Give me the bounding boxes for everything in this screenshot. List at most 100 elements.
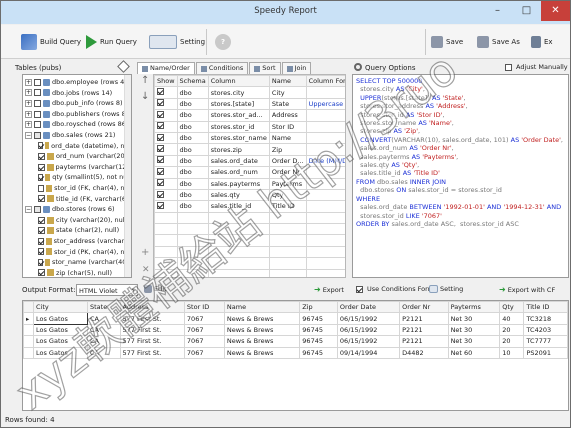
result-cell[interactable]: TC7777 <box>523 335 568 348</box>
show-cell[interactable] <box>154 97 178 111</box>
output-format-select[interactable]: HTML Violet ▾ <box>76 284 138 296</box>
result-cell[interactable]: 7067 <box>183 346 225 359</box>
grid-cell[interactable] <box>305 200 345 213</box>
tree-item-15[interactable]: stor_address (varchar(4 <box>25 236 131 247</box>
result-column-header[interactable]: State <box>87 301 121 314</box>
maximize-button[interactable]: □ <box>512 1 541 21</box>
grid-cell[interactable] <box>305 143 345 156</box>
grid-cell[interactable]: Qty <box>268 188 307 202</box>
edit-button[interactable]: Edit <box>144 285 167 293</box>
tree-item-4[interactable]: + dbo.roysched (rows 86) <box>25 119 131 130</box>
tab-name-order[interactable]: Name/Order <box>137 62 195 74</box>
result-cell[interactable]: P2121 <box>399 312 449 325</box>
grid-cell[interactable]: sales.payterms <box>207 177 270 190</box>
use-conditions-checkbox[interactable]: Use Conditions Form <box>356 285 434 293</box>
column-header[interactable]: Schema <box>176 75 209 88</box>
column-header[interactable]: Column Formatting <box>305 75 345 88</box>
grid-cell[interactable]: dbo <box>176 177 209 190</box>
run-query-button[interactable]: Run Query <box>86 31 137 53</box>
result-cell[interactable]: 06/15/1992 <box>336 312 401 325</box>
tree-item-18[interactable]: zip (char(5), null) <box>25 268 131 277</box>
close-button[interactable]: ✕ <box>541 1 570 21</box>
grid-cell[interactable]: dbo <box>176 200 209 213</box>
grid-cell[interactable]: Uppercase <box>305 97 345 111</box>
result-cell[interactable]: 96745 <box>299 346 338 359</box>
grid-cell[interactable]: dbo <box>176 154 209 168</box>
result-cell[interactable]: Net 30 <box>447 312 501 325</box>
result-cell[interactable]: 577 First St. <box>119 312 185 325</box>
result-cell[interactable]: Net 30 <box>447 335 501 348</box>
result-cell[interactable]: News & Brews <box>223 323 301 337</box>
tree-item-12[interactable]: − dbo.stores (rows 6) <box>25 204 131 215</box>
table-row[interactable]: ▸ Los Gatos CA 577 First St. 7067 News & Brew… <box>23 312 568 325</box>
grid-cell[interactable]: stores.zip <box>207 143 270 156</box>
tree-item-9[interactable]: qty (smallint(5), not null <box>25 172 131 183</box>
show-cell[interactable] <box>154 200 178 213</box>
tab-join[interactable]: Join <box>281 62 312 74</box>
table-row[interactable]: dbo stores.stor_ad... Address <box>154 109 345 122</box>
grid-cell[interactable] <box>305 131 345 145</box>
result-cell[interactable]: 577 First St. <box>119 335 185 348</box>
grid-cell[interactable]: State <box>268 97 307 111</box>
grid-cell[interactable]: Order Nr <box>268 166 307 179</box>
table-row[interactable]: dbo stores.[state] State Uppercase <box>154 97 345 111</box>
use-conditions-check[interactable] <box>356 285 363 293</box>
tab-conditions[interactable]: Conditions <box>195 62 249 74</box>
result-cell[interactable]: 09/14/1994 <box>336 346 401 359</box>
add-icon[interactable]: + <box>141 247 149 258</box>
tree-checkbox[interactable] <box>34 99 41 107</box>
sql-editor[interactable]: SELECT TOP 500000 stores.city AS 'City',… <box>352 74 569 278</box>
grid-cell[interactable]: stores.[state] <box>207 97 270 111</box>
result-cell[interactable]: P2121 <box>399 335 449 348</box>
result-cell[interactable]: CA <box>87 323 121 337</box>
table-row[interactable]: dbo sales.title_id Title ID <box>154 200 345 213</box>
grid-cell[interactable]: dbo <box>176 120 209 133</box>
result-cell[interactable]: CA <box>87 346 121 359</box>
show-cell[interactable] <box>154 109 178 122</box>
table-row[interactable]: dbo stores.city City <box>154 86 345 99</box>
result-cell[interactable]: TC4203 <box>523 323 568 337</box>
tree-checkbox[interactable] <box>38 227 45 235</box>
result-cell[interactable]: CA <box>87 312 121 325</box>
table-row[interactable]: Los Gatos CA 577 First St. 7067 News & Brews… <box>23 335 568 348</box>
grid-cell[interactable]: sales.title_id <box>207 200 270 213</box>
tree-checkbox[interactable] <box>34 205 41 213</box>
grid-cell[interactable]: sales.qty <box>207 188 270 202</box>
tree-item-10[interactable]: stor_id (FK, char(4), not <box>25 183 131 194</box>
grid-cell[interactable]: sales.ord_date <box>207 154 270 168</box>
result-cell[interactable]: News & Brews <box>223 346 301 359</box>
tree-item-11[interactable]: title_id (FK, varchar(6), <box>25 194 131 205</box>
column-header[interactable]: Column <box>207 75 270 88</box>
tree-item-0[interactable]: + dbo.employee (rows 43) <box>25 77 131 88</box>
show-checkbox[interactable] <box>157 133 164 141</box>
grid-cell[interactable] <box>305 109 345 122</box>
result-cell[interactable]: D4482 <box>399 346 449 359</box>
grid-cell[interactable]: Name <box>268 131 307 145</box>
adjust-manually-check[interactable] <box>505 63 512 71</box>
grid-cell[interactable]: dbo <box>176 188 209 202</box>
expand-icon[interactable]: + <box>25 99 32 107</box>
grid-cell[interactable] <box>305 166 345 179</box>
expand-icon[interactable]: + <box>25 78 32 86</box>
tree-checkbox[interactable] <box>38 269 45 277</box>
show-checkbox[interactable] <box>157 88 164 96</box>
adjust-manually-checkbox[interactable]: Adjust Manually <box>505 63 568 71</box>
tree-item-17[interactable]: stor_name (varchar(40), <box>25 257 131 268</box>
grid-cell[interactable]: dbo <box>176 86 209 99</box>
show-cell[interactable] <box>154 131 178 145</box>
tree-item-8[interactable]: payterms (varchar(12), <box>25 162 131 173</box>
expand-icon[interactable]: + <box>25 110 32 118</box>
result-column-header[interactable]: Payterms <box>447 301 501 314</box>
filter-icon[interactable] <box>117 60 130 73</box>
tab-sort[interactable]: Sort <box>249 62 281 74</box>
result-column-header[interactable]: Order Nr <box>399 301 449 314</box>
result-cell[interactable]: P2121 <box>399 323 449 337</box>
grid-cell[interactable]: sales.ord_num <box>207 166 270 179</box>
result-cell[interactable]: 7067 <box>183 335 225 348</box>
tree-checkbox[interactable] <box>34 110 41 118</box>
result-cell[interactable]: Net 30 <box>447 323 501 337</box>
show-cell[interactable] <box>154 143 178 156</box>
table-row[interactable]: dbo stores.stor_name Name <box>154 131 345 145</box>
grid-cell[interactable]: Title ID <box>268 200 307 213</box>
remove-icon[interactable]: ✕ <box>142 265 150 275</box>
